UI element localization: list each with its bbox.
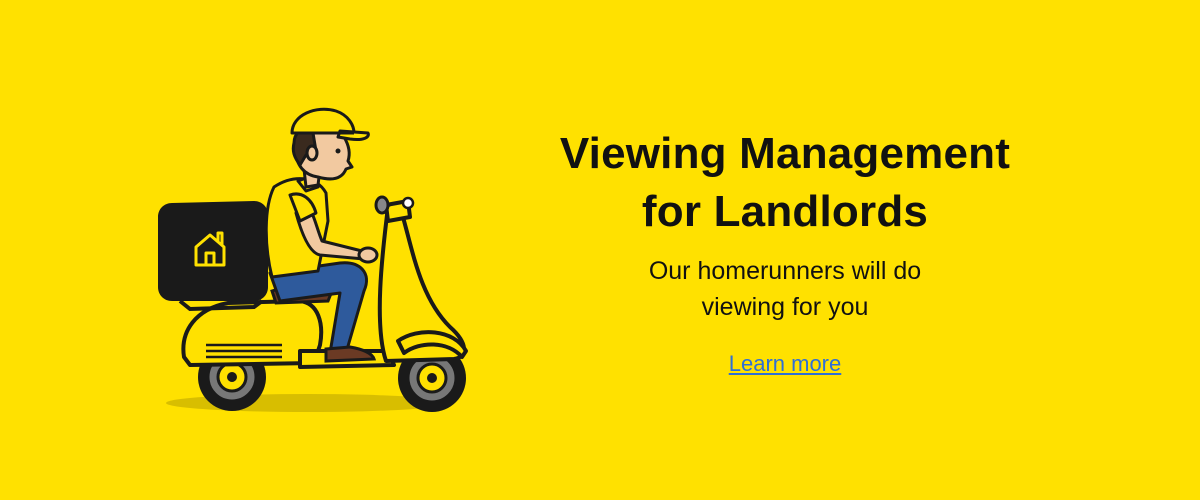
mirror — [374, 195, 391, 215]
subtitle-line-1: Our homerunners will do — [648, 257, 922, 285]
page-title: Viewing Management for Landlords — [490, 125, 1080, 241]
headline-line-2: for Landlords — [641, 187, 929, 236]
headline-line-1: Viewing Management — [559, 129, 1011, 178]
banner-text: Viewing Management for Landlords Our hom… — [490, 125, 1080, 377]
subtitle-line-2: viewing for you — [701, 293, 869, 321]
promo-banner: Viewing Management for Landlords Our hom… — [0, 0, 1200, 500]
courier-scooter-illustration — [158, 107, 468, 412]
delivery-box — [158, 201, 268, 312]
subtitle: Our homerunners will do viewing for you — [490, 253, 1080, 325]
rider-head — [290, 107, 370, 189]
learn-more-link[interactable]: Learn more — [729, 351, 842, 377]
rider-torso — [264, 173, 330, 279]
